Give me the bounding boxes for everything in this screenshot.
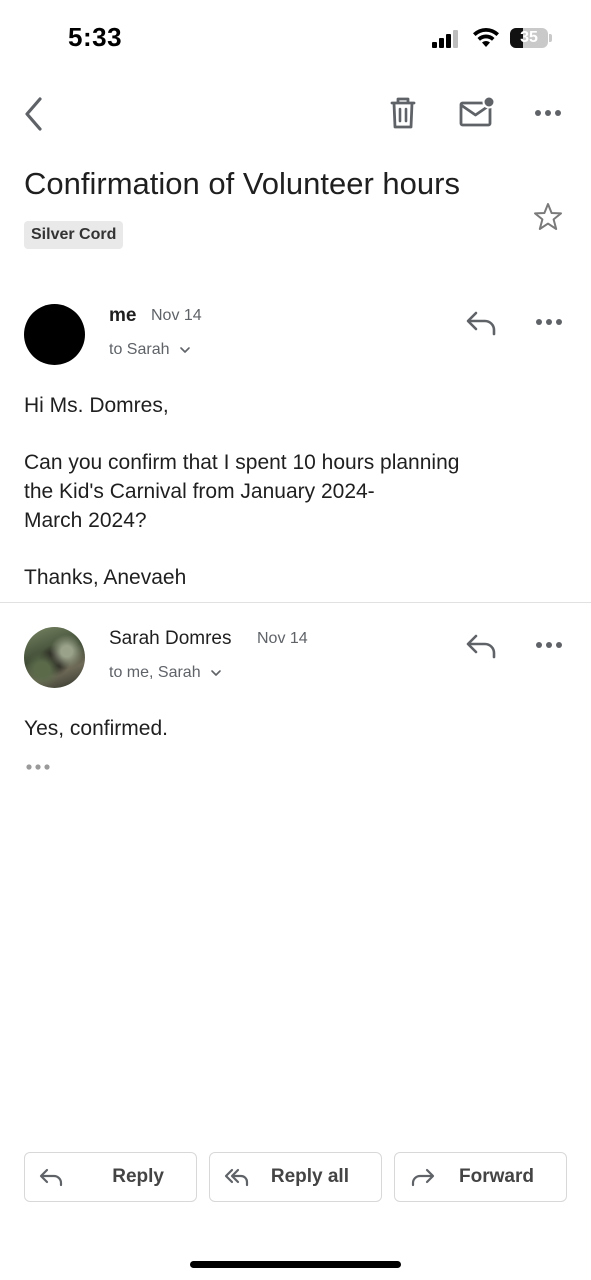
more-horizontal-icon[interactable] xyxy=(534,310,564,334)
forward-button-label: Forward xyxy=(459,1166,534,1187)
reply-button-label: Reply xyxy=(112,1166,164,1187)
chevron-down-icon xyxy=(211,669,221,676)
sender-name: Sarah Domres xyxy=(109,628,232,649)
message-body-line: Yes, confirmed. xyxy=(24,717,168,740)
forward-button[interactable]: Forward xyxy=(394,1152,567,1202)
sender-name: me xyxy=(109,305,137,326)
chevron-left-icon[interactable] xyxy=(18,94,52,134)
battery-percent: 35 xyxy=(520,29,538,46)
more-horizontal-icon[interactable] xyxy=(532,100,564,126)
message-date: Nov 14 xyxy=(151,307,202,324)
label-chip[interactable]: Silver Cord xyxy=(24,221,124,249)
home-indicator[interactable] xyxy=(190,1261,401,1268)
reply-all-button[interactable]: Reply all xyxy=(209,1152,382,1202)
message-body-line: the Kid's Carnival from January 2024- xyxy=(24,480,375,503)
star-outline-icon[interactable] xyxy=(532,201,564,233)
status-time: 5:33 xyxy=(68,22,123,52)
reply-all-icon xyxy=(224,1168,249,1187)
reply-button[interactable]: Reply xyxy=(24,1152,197,1202)
battery-cap xyxy=(549,34,552,42)
recipients-text: to me, Sarah xyxy=(109,664,201,681)
message-body-line: Hi Ms. Domres, xyxy=(24,394,169,417)
avatar[interactable] xyxy=(24,304,85,365)
reply-icon[interactable] xyxy=(465,309,499,337)
chevron-down-icon xyxy=(180,346,190,353)
battery-icon: 35 xyxy=(510,28,548,48)
show-quoted-text-icon[interactable] xyxy=(24,759,54,775)
wifi-icon xyxy=(473,27,499,47)
forward-icon xyxy=(411,1168,435,1187)
avatar[interactable] xyxy=(24,627,85,688)
reply-icon[interactable] xyxy=(465,632,499,660)
trash-icon[interactable] xyxy=(386,94,420,132)
message-date: Nov 14 xyxy=(257,630,308,647)
cellular-signal-icon xyxy=(432,30,462,48)
message-body-line: Thanks, Anevaeh xyxy=(24,566,187,589)
reply-icon xyxy=(39,1168,63,1187)
message-divider xyxy=(0,602,591,603)
mail-unread-icon[interactable] xyxy=(458,95,496,129)
recipients-toggle[interactable]: to Sarah xyxy=(109,341,191,359)
recipients-toggle[interactable]: to me, Sarah xyxy=(109,664,222,682)
more-horizontal-icon[interactable] xyxy=(534,633,564,657)
email-subject: Confirmation of Volunteer hours xyxy=(24,166,460,201)
message-body-line: March 2024? xyxy=(24,509,147,532)
reply-all-button-label: Reply all xyxy=(270,1166,349,1187)
message-body-line: Can you confirm that I spent 10 hours pl… xyxy=(24,451,460,474)
recipients-text: to Sarah xyxy=(109,341,170,358)
